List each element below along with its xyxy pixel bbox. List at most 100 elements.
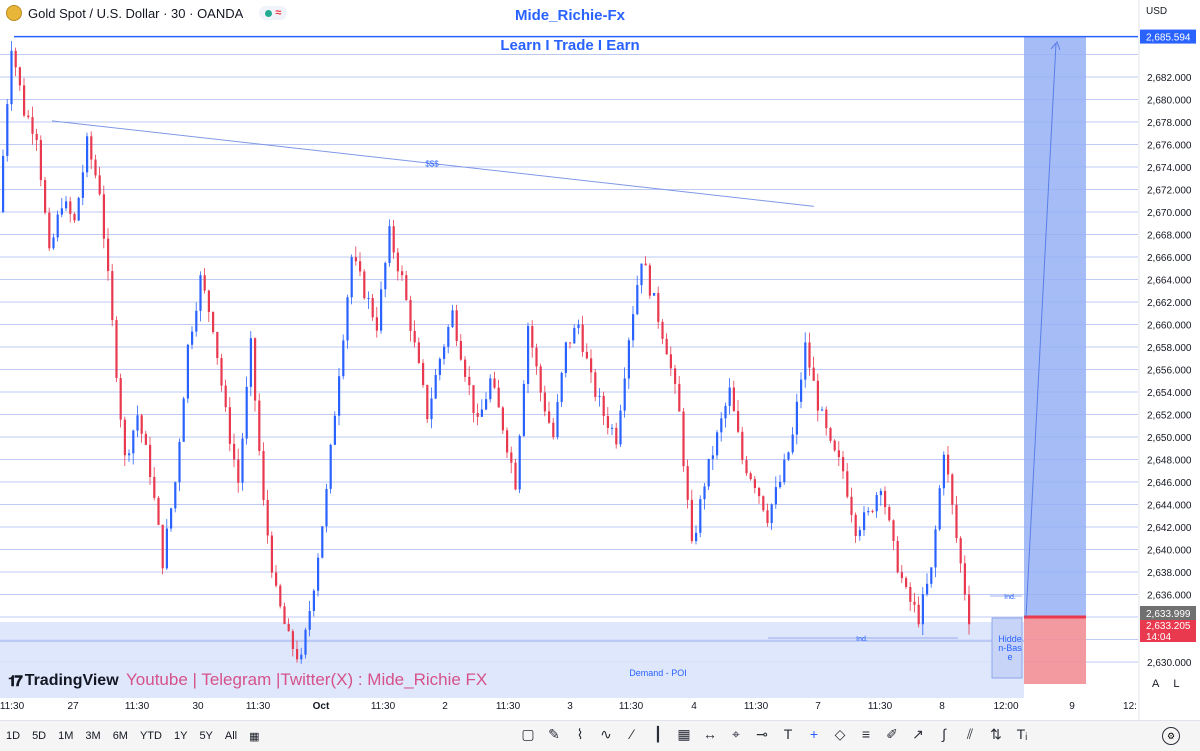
candle-body xyxy=(917,604,920,625)
candle-body xyxy=(56,214,59,238)
candle-body xyxy=(296,648,299,660)
candle-body xyxy=(518,435,521,490)
candle-body xyxy=(254,338,257,401)
timeframe-1y[interactable]: 1Y xyxy=(168,730,193,742)
price-chart[interactable]: Demand - POIHidden-Base $$$Ind.Ind. 2,63… xyxy=(0,0,1200,750)
candle-body xyxy=(77,197,80,221)
candle-body xyxy=(812,367,815,381)
timeframe-3m[interactable]: 3M xyxy=(79,730,106,742)
candle-body xyxy=(447,327,450,347)
drawing-tools: ▢ ✎ ⌇ ∿ ⁄ ┃ ▦ ↔ ⌖ ⊸ T + ◇ ≡ ✐ ↗ ∫ ⫽ ⇅ Tᵢ xyxy=(518,724,1032,744)
candle-body xyxy=(808,342,811,368)
candle-body xyxy=(52,237,55,249)
candle-body xyxy=(749,473,752,480)
candle-body xyxy=(804,342,807,380)
candle-body xyxy=(321,526,324,558)
candle-body xyxy=(581,324,584,352)
timeframe-all[interactable]: All xyxy=(219,730,243,742)
highlighter-icon[interactable]: ✐ xyxy=(882,724,902,744)
candle-body xyxy=(921,594,924,625)
candle-body xyxy=(816,380,819,411)
tv-logo-icon: 𝟏𝟕 xyxy=(8,672,23,690)
candle-body xyxy=(716,432,719,456)
timeframe-ytd[interactable]: YTD xyxy=(134,730,168,742)
ray-icon[interactable]: ↗ xyxy=(908,724,928,744)
candle-body xyxy=(548,411,551,423)
timeframe-6m[interactable]: 6M xyxy=(107,730,134,742)
date-range-icon[interactable]: ▦ xyxy=(243,730,265,743)
candle-body xyxy=(262,451,265,500)
candle-body xyxy=(653,293,656,296)
time-tick-label: 3 xyxy=(567,701,573,712)
wave-icon[interactable]: ∿ xyxy=(596,724,616,744)
candle-body xyxy=(648,265,651,296)
candle-body xyxy=(413,330,416,343)
candle-body xyxy=(422,362,425,386)
time-tick-label: 12: xyxy=(1123,701,1137,712)
crop-icon[interactable]: ▢ xyxy=(518,724,538,744)
price-tick-label: 2,666.000 xyxy=(1147,253,1192,264)
candle-body xyxy=(497,387,500,408)
path-icon[interactable]: ⌇ xyxy=(570,724,590,744)
candle-body xyxy=(191,331,194,345)
time-tick-label: 12:00 xyxy=(993,701,1018,712)
candle-body xyxy=(795,401,798,435)
candle-body xyxy=(854,514,857,536)
position-icon[interactable]: ⇅ xyxy=(986,724,1006,744)
candle-body xyxy=(430,398,433,420)
pin-icon[interactable]: ⌖ xyxy=(726,724,746,744)
channel-icon[interactable]: ⫽ xyxy=(960,724,980,744)
timeframe-1m[interactable]: 1M xyxy=(52,730,79,742)
settings-icon[interactable]: ⚙ xyxy=(1162,727,1180,745)
candles-icon[interactable]: ┃ xyxy=(648,724,668,744)
text-icon[interactable]: T xyxy=(778,724,798,744)
candle-body xyxy=(632,314,635,341)
log-scale-toggle[interactable]: L xyxy=(1173,678,1179,690)
candle-body xyxy=(426,385,429,420)
candle-body xyxy=(300,654,303,660)
candle-body xyxy=(140,415,143,434)
candle-body xyxy=(909,586,912,602)
curve-icon[interactable]: ∫ xyxy=(934,724,954,744)
candle-body xyxy=(39,140,42,181)
candle-body xyxy=(623,378,626,411)
horizontal-grid xyxy=(0,54,1138,663)
price-axis: 2,630.000 2,636.000 2,638.000 2,640.000 2,64… xyxy=(1138,0,1200,720)
timeframe-1d[interactable]: 1D xyxy=(0,730,26,742)
candle-body xyxy=(602,395,605,417)
horizontal-line-icon[interactable]: ⊸ xyxy=(752,724,772,744)
candle-body xyxy=(107,238,110,272)
candle-body xyxy=(342,340,345,377)
ind-label: Ind. xyxy=(1004,594,1016,601)
candle-body xyxy=(31,117,34,134)
timeframe-5y[interactable]: 5Y xyxy=(193,730,218,742)
text-size-icon[interactable]: Tᵢ xyxy=(1012,724,1032,744)
candle-body xyxy=(396,252,399,272)
measure-icon[interactable]: ↔ xyxy=(700,724,720,744)
candle-body xyxy=(123,419,126,456)
timeframe-5d[interactable]: 5D xyxy=(26,730,52,742)
price-tick-label: 2,642.000 xyxy=(1147,523,1192,534)
price-tick-label: 2,654.000 xyxy=(1147,388,1192,399)
candle-body xyxy=(60,208,63,215)
grid-icon[interactable]: ▦ xyxy=(674,724,694,744)
crosshair-icon[interactable]: + xyxy=(804,724,824,744)
auto-scale-toggle[interactable]: A xyxy=(1152,678,1159,690)
time-tick-label: 11:30 xyxy=(868,701,893,712)
candle-body xyxy=(6,104,9,156)
brush-icon[interactable]: ✎ xyxy=(544,724,564,744)
candle-body xyxy=(539,366,542,393)
time-axis: 11:30 27 11:30 30 11:30 Oct 11:30 2 11:30 3 11:30 4… xyxy=(0,701,1137,712)
current-price-tag: 2,633.999 xyxy=(1146,609,1191,620)
trend-line-icon[interactable]: ⁄ xyxy=(622,724,642,744)
pattern-icon[interactable]: ◇ xyxy=(830,724,850,744)
currency-selector[interactable]: USD xyxy=(1140,3,1200,21)
candle-body xyxy=(753,479,756,488)
countdown-label: 14:04 xyxy=(1146,632,1171,643)
candle-body xyxy=(514,462,517,490)
candle-body xyxy=(237,459,240,483)
candle-body xyxy=(170,508,173,529)
candle-body xyxy=(451,310,454,328)
candle-body xyxy=(144,433,147,445)
fib-icon[interactable]: ≡ xyxy=(856,724,876,744)
